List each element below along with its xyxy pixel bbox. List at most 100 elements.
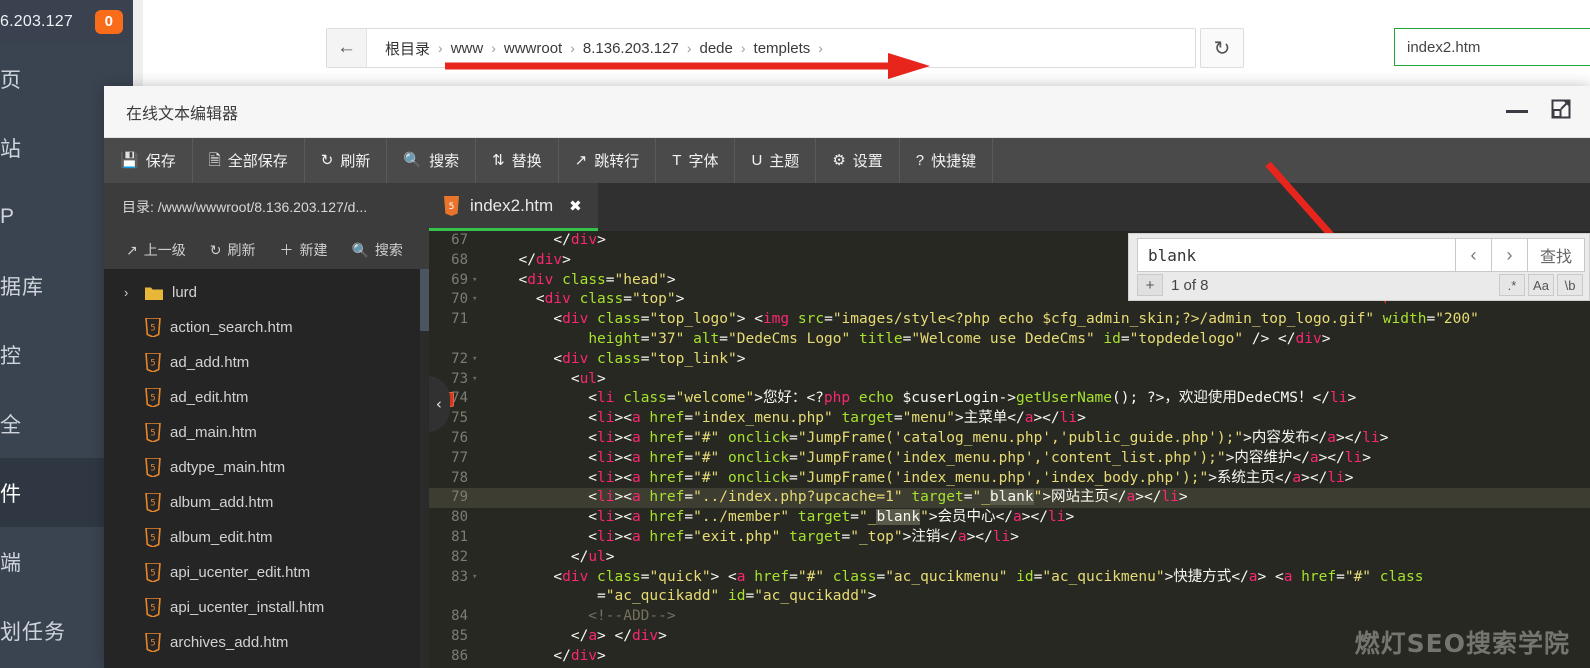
fold-toggle-icon[interactable]: ▾	[472, 290, 480, 310]
toolbar-save-all-button[interactable]: 🗎 全部保存	[193, 138, 305, 183]
tree-file-row[interactable]: 5 adtype_main.htm	[104, 450, 429, 485]
toolbar-button-label: 全部保存	[227, 153, 288, 170]
find-button[interactable]: 查找	[1527, 238, 1585, 272]
search-option-2[interactable]: \b	[1557, 274, 1583, 296]
code-token: "exit.php"	[693, 528, 781, 545]
code-token: "topdedelogo"	[1129, 330, 1244, 347]
tree-file-row[interactable]: 5 ad_edit.htm	[104, 380, 429, 415]
tab-index2-htm[interactable]: 5 index2.htm ✖	[429, 183, 598, 231]
toolbar-settings-button[interactable]: ⚙ 设置	[816, 138, 900, 183]
file-tree-pane: ↗ 上一级 ↻ 刷新 ＋ 新建 🔍 搜索 › lurd 5 action_search.htm 5 ad…	[104, 231, 429, 668]
toolbar-font-button[interactable]: T 字体	[656, 138, 736, 183]
code-line[interactable]: 78 <li><a href="#" onclick="JumpFrame('i…	[429, 469, 1590, 489]
toolbar-button-label: 跳转行	[594, 153, 640, 170]
breadcrumb-item-3[interactable]: 8.136.203.127	[577, 40, 685, 57]
reload-icon[interactable]: ↻	[1200, 28, 1244, 68]
code-token: li	[1344, 449, 1363, 466]
minimize-icon[interactable]	[1506, 110, 1528, 113]
chevron-right-icon[interactable]: ›	[124, 285, 136, 300]
editor-title: 在线文本编辑器	[126, 105, 239, 123]
tree-folder-row[interactable]: › lurd	[104, 275, 429, 310]
code-token: a	[631, 429, 641, 446]
tree-scrollbar[interactable]	[420, 269, 429, 668]
tree-file-row[interactable]: 5 ad_main.htm	[104, 415, 429, 450]
filename-input[interactable]: index2.htm	[1394, 28, 1590, 66]
code-token: >	[658, 627, 667, 644]
tree-file-row[interactable]: 5 api_ucenter_install.htm	[104, 590, 429, 625]
tree-search-tree-button[interactable]: 🔍 搜索	[339, 240, 414, 260]
tree-up-level-button[interactable]: ↗ 上一级	[114, 240, 198, 260]
code-line[interactable]: 75 <li><a href="index_menu.php" target="…	[429, 409, 1590, 429]
code-line[interactable]: height="37" alt="DedeCms Logo" title="We…	[429, 330, 1590, 350]
code-line[interactable]: 81 <li><a href="exit.php" target="_top">…	[429, 528, 1590, 548]
search-input[interactable]: blank	[1137, 238, 1456, 272]
html5-file-icon: 5	[145, 387, 161, 408]
toolbar-refresh-button[interactable]: ↻ 刷新	[305, 138, 388, 183]
code-token: li	[1329, 390, 1348, 407]
code-text: </div>	[487, 647, 605, 667]
file-tree-list: › lurd 5 action_search.htm 5 ad_add.htm 5 ad_ed…	[104, 269, 429, 668]
code-token: =	[876, 568, 886, 585]
breadcrumb-item-2[interactable]: wwwroot	[498, 40, 568, 57]
search-next-icon[interactable]: ›	[1491, 238, 1528, 272]
breadcrumb-item-0[interactable]: 根目录	[379, 38, 436, 59]
search-option-0[interactable]: .*	[1499, 274, 1525, 296]
search-dialog-row-2: + 1 of 8 .* Aa \b	[1129, 272, 1589, 300]
code-line[interactable]: 82 </ul>	[429, 548, 1590, 568]
breadcrumb-item-1[interactable]: www	[445, 40, 490, 57]
breadcrumb-item-4[interactable]: dede	[694, 40, 739, 57]
close-icon[interactable]: ✖	[569, 197, 582, 215]
fold-toggle-icon[interactable]: ▾	[472, 568, 480, 588]
toolbar-goto-line-button[interactable]: ↗ 跳转行	[559, 138, 657, 183]
search-prev-icon[interactable]: ‹	[1455, 238, 1492, 272]
toolbar-save-button[interactable]: 💾 保存	[104, 138, 193, 183]
code-line[interactable]: ="ac_qucikadd" id="ac_qucikadd">	[429, 587, 1590, 607]
toolbar-replace-button[interactable]: ⇅ 替换	[476, 138, 559, 183]
search-option-1[interactable]: Aa	[1528, 274, 1554, 296]
code-line[interactable]: ✖74 <li class="welcome">您好：<?php echo $c…	[429, 389, 1590, 409]
fold-toggle-icon[interactable]: ▾	[472, 350, 480, 370]
tree-file-row[interactable]: 5 album_add.htm	[104, 485, 429, 520]
code-token: "../index.php?upcache=1"	[693, 489, 903, 506]
back-arrow-icon[interactable]: ←	[327, 29, 367, 67]
maximize-icon[interactable]	[1550, 98, 1572, 125]
toolbar-search-button[interactable]: 🔍 搜索	[387, 138, 477, 183]
toolbar-shortcuts-button[interactable]: ? 快捷键	[900, 138, 994, 183]
code-token: div	[535, 251, 563, 268]
expand-replace-button[interactable]: +	[1137, 274, 1163, 296]
tree-file-row[interactable]: 5 ad_add.htm	[104, 345, 429, 380]
sidebar-item-label: 端	[0, 551, 22, 575]
code-line[interactable]: 83 ▾ <div class="quick"> <a href="#" clas…	[429, 568, 1590, 588]
fold-toggle-icon[interactable]: ▾	[472, 370, 480, 390]
code-token: li	[597, 489, 615, 506]
fold-toggle-icon[interactable]: ▾	[472, 271, 480, 291]
code-line[interactable]: 71 <div class="top_logo"> <img src="imag…	[429, 310, 1590, 330]
code-token: 注销	[911, 528, 941, 545]
code-line[interactable]: 76 <li><a href="#" onclick="JumpFrame('c…	[429, 429, 1590, 449]
code-line[interactable]: 73 ▾ <ul>	[429, 370, 1590, 390]
tree-new-file-button[interactable]: ＋ 新建	[267, 240, 339, 260]
notification-badge[interactable]: 0	[94, 10, 123, 34]
html5-file-icon: 5	[145, 352, 161, 373]
toolbar-theme-button[interactable]: U 主题	[735, 138, 817, 183]
tree-scrollbar-thumb[interactable]	[420, 269, 429, 331]
code-line[interactable]: 72 ▾ <div class="top_link">	[429, 350, 1590, 370]
code-token: a	[631, 509, 641, 526]
tree-file-row[interactable]: 5 action_search.htm	[104, 310, 429, 345]
tree-file-row[interactable]: 5 api_ucenter_edit.htm	[104, 555, 429, 590]
code-line[interactable]: 80 <li><a href="../member" target="_blan…	[429, 508, 1590, 528]
code-token: =	[789, 469, 798, 486]
tree-refresh-tree-button[interactable]: ↻ 刷新	[198, 240, 268, 260]
sidebar-item-label: 全	[0, 413, 22, 437]
code-line[interactable]: 79 <li><a href="../index.php?upcache=1" …	[429, 488, 1590, 509]
tree-file-row[interactable]: 5 archives_add.htm	[104, 625, 429, 660]
breadcrumb-item-5[interactable]: templets	[748, 40, 817, 57]
search-dialog: blank ‹ › 查找 + 1 of 8 .* Aa \b	[1128, 233, 1590, 301]
code-line[interactable]: 77 <li><a href="#" onclick="JumpFrame('i…	[429, 449, 1590, 469]
line-number: 84	[429, 607, 487, 627]
tree-file-row[interactable]: 5 album_edit.htm	[104, 520, 429, 555]
line-number: 85	[429, 627, 487, 647]
line-number-text: 76	[451, 429, 468, 446]
code-token: > <	[1257, 568, 1284, 585]
toolbar-button-label: 搜索	[429, 153, 460, 170]
